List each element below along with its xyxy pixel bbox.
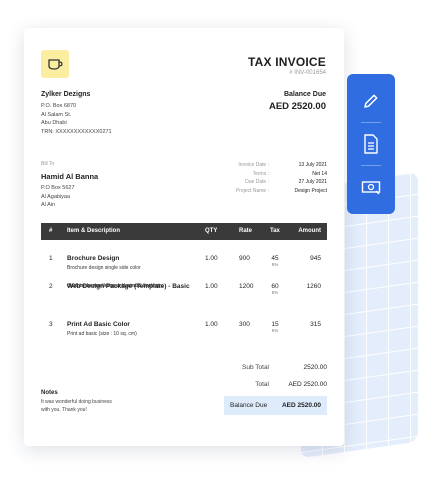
item-tax-value: 45 [271, 255, 279, 262]
edit-button[interactable] [357, 87, 385, 115]
balance-due-value: AED 2520.00 [268, 101, 326, 112]
client-line: Al Ain [41, 202, 56, 208]
item-subtext: Print ad basic (size : 10 sq. cm) [67, 331, 137, 337]
header-desc: Item & Description [67, 228, 121, 234]
item-desc: Print Ad Basic Color Print ad basic (siz… [67, 321, 197, 339]
company-info: Zylker Dezigns P.O. Box 6870 Al Salam St… [41, 91, 112, 136]
company-logo [41, 50, 69, 78]
meta-row: Terms : Net 14 [229, 170, 327, 179]
meta-value: Design Project [294, 187, 327, 194]
item-num: 2 [49, 283, 53, 290]
table-row: 2 Web Design Package (Template) - Basic … [41, 283, 327, 323]
item-tax-value: 60 [271, 283, 279, 290]
item-amount: 945 [310, 255, 321, 262]
item-amount: 1260 [306, 283, 321, 290]
item-rate: 300 [239, 321, 250, 328]
meta-key: Project Name : [235, 187, 269, 194]
item-qty: 1.00 [205, 321, 218, 328]
company-line: Abu Dhabi [41, 120, 67, 126]
item-tax: 45 5% [267, 255, 283, 267]
invoice-number: # INV-001654 [289, 70, 326, 76]
item-num: 1 [49, 255, 53, 262]
pencil-icon [364, 94, 378, 109]
toolbar-divider [361, 122, 381, 124]
item-amount: 315 [310, 321, 321, 328]
meta-row: Due Date : 27 July 2021 [229, 178, 327, 187]
meta-key: Due Date : [245, 179, 269, 185]
item-desc: Brochure Design Brochure design single s… [67, 255, 197, 273]
notes-label: Notes [41, 390, 58, 396]
header-tax: Tax [270, 228, 280, 234]
item-rate: 1200 [239, 283, 254, 290]
item-tax-pct: 5% [271, 328, 279, 333]
item-tax: 15 5% [267, 321, 283, 333]
subtotal-row: Sub Total 2520.00 [224, 359, 327, 376]
item-tax-pct: 5% [271, 290, 279, 295]
meta-row: Project Name : Design Project [229, 187, 327, 196]
client-line: Al Agabiyaa [41, 193, 71, 200]
totals: Sub Total 2520.00 Total AED 2520.00 [224, 359, 327, 393]
balance-due-box: Balance Due AED 2520.00 [224, 396, 327, 415]
item-subtext-line: of 10 hours marketing and annual trainin… [67, 283, 161, 289]
invoice-meta: Invoice Date : 13 July 2021 Terms : Net … [229, 161, 327, 195]
company-line: TRN: XXXXXXXXXXXX0271 [41, 128, 112, 135]
header-amount: Amount [298, 228, 321, 234]
item-name: Print Ad Basic Color [67, 321, 130, 328]
toolbar-divider [361, 164, 381, 166]
meta-key: Terms : [252, 170, 269, 177]
side-toolbar [347, 74, 395, 214]
document-icon [364, 134, 378, 154]
items-table-header: # Item & Description QTY Rate Tax Amount [41, 223, 327, 240]
table-row: 3 Print Ad Basic Color Print ad basic (s… [41, 321, 327, 361]
item-name: Brochure Design [67, 255, 120, 262]
item-num: 3 [49, 321, 53, 328]
item-tax-value: 15 [271, 321, 279, 328]
invoice-document: TAX INVOICE # INV-001654 Zylker Dezigns … [24, 28, 344, 446]
client-name: Hamid Al Banna [41, 172, 99, 181]
balance-box-value: AED 2520.00 [281, 402, 321, 409]
meta-row: Invoice Date : 13 July 2021 [229, 161, 327, 170]
header-rate: Rate [239, 228, 253, 234]
balance-due-label: Balance Due [283, 91, 326, 98]
subtotal-label: Sub Total [242, 364, 269, 371]
total-value: AED 2520.00 [288, 381, 327, 388]
cup-icon [48, 59, 63, 70]
meta-value: Net 14 [312, 170, 327, 177]
item-desc: Web Design Package (Template) - Basic Cu… [67, 283, 197, 301]
notes: Notes It was wonderful doing business wi… [41, 390, 112, 414]
company-line: Al Salam St. [41, 111, 72, 118]
item-subtext: Custom themes for your business. Inclusi… [67, 283, 197, 301]
header-num: # [49, 228, 53, 234]
subtotal-value: 2520.00 [303, 364, 328, 371]
item-tax-pct: 5% [271, 262, 279, 267]
client-line: P.O Box 5627 [41, 185, 75, 191]
item-rate: 900 [239, 255, 250, 262]
item-tax: 60 5% [267, 283, 283, 295]
notes-line: with you. Thank you! [41, 406, 87, 413]
payment-button[interactable] [357, 173, 385, 201]
total-row: Total AED 2520.00 [224, 376, 327, 393]
meta-key: Invoice Date : [238, 162, 269, 168]
item-qty: 1.00 [205, 255, 218, 262]
bill-to: Bill To Hamid Al Banna P.O Box 5627 Al A… [41, 161, 98, 210]
total-label: Total [255, 381, 269, 388]
company-name: Zylker Dezigns [41, 91, 91, 98]
company-line: P.O. Box 6870 [41, 103, 77, 109]
bill-to-label: Bill To [41, 161, 55, 167]
invoice-title: TAX INVOICE [248, 55, 326, 69]
header-qty: QTY [205, 228, 218, 234]
meta-value: 27 July 2021 [298, 179, 327, 185]
document-button[interactable] [357, 130, 385, 158]
meta-value: 13 July 2021 [298, 162, 327, 168]
item-subtext: Brochure design single side color [67, 265, 141, 271]
balance-box-label: Balance Due [230, 402, 268, 409]
item-qty: 1.00 [205, 283, 218, 290]
notes-line: It was wonderful doing business [41, 399, 112, 405]
money-icon [361, 180, 381, 195]
